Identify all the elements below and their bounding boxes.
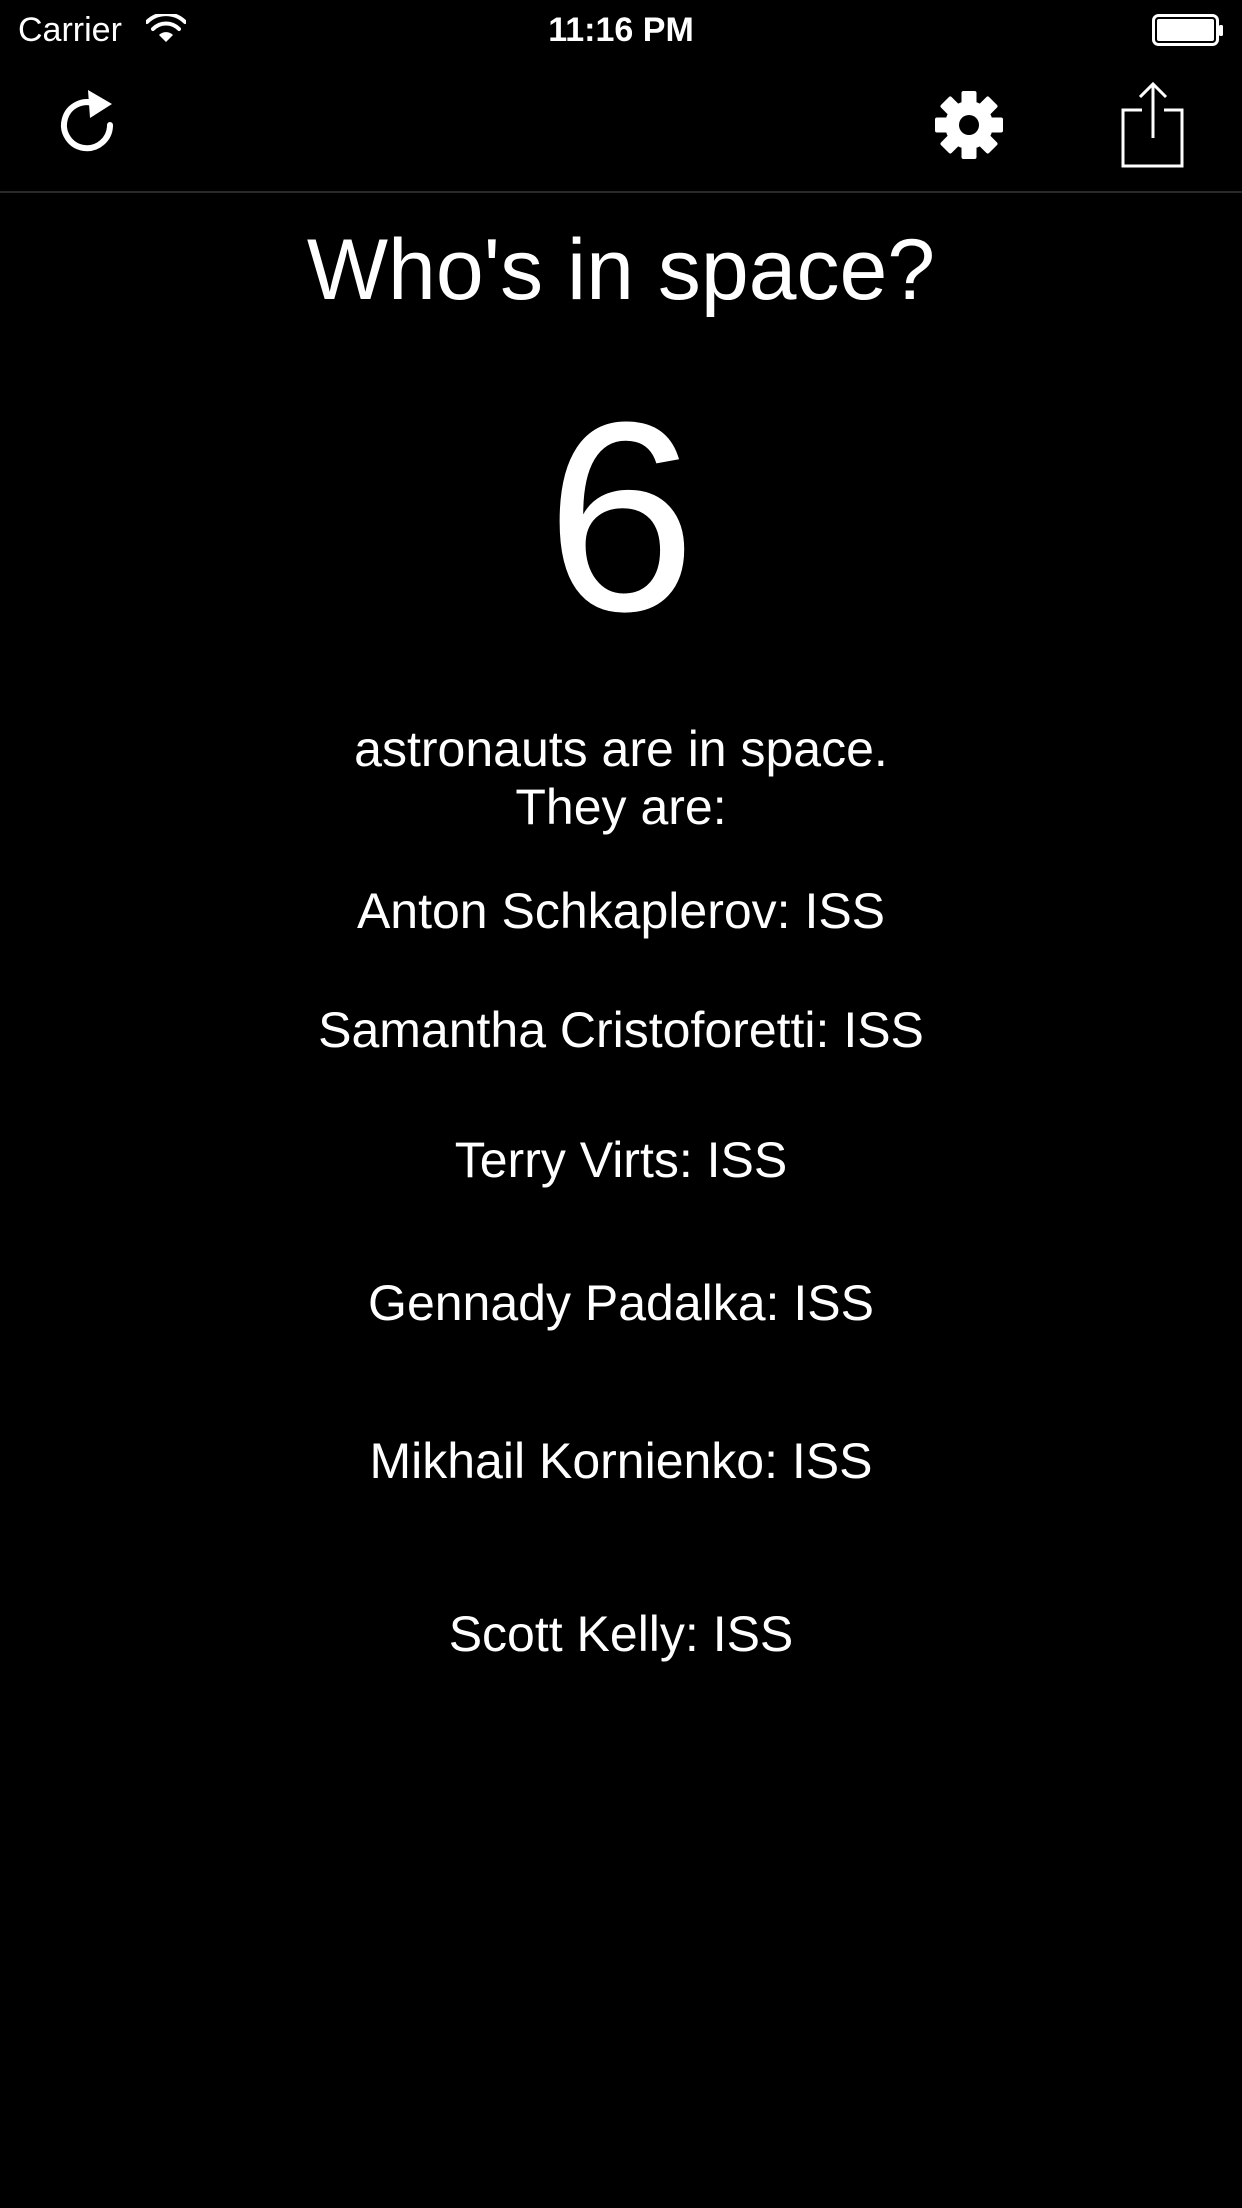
battery-icon	[1152, 14, 1223, 46]
page-title: Who's in space?	[306, 222, 936, 318]
share-icon[interactable]	[1118, 80, 1188, 170]
astronaut-list-item: Scott Kelly: ISS	[448, 1606, 794, 1662]
astronaut-list-item: Terry Virts: ISS	[454, 1132, 788, 1188]
subtitle: astronauts are in space. They are:	[0, 720, 1242, 836]
subtitle-line-1: astronauts are in space.	[354, 721, 888, 777]
astronaut-list-item: Gennady Padalka: ISS	[368, 1275, 874, 1331]
astronaut-count: 6	[545, 367, 697, 668]
gear-icon[interactable]	[930, 86, 1008, 164]
status-time: 11:16 PM	[548, 11, 694, 49]
refresh-icon[interactable]	[50, 88, 124, 162]
astronaut-list-item: Anton Schkaplerov: ISS	[356, 883, 886, 939]
status-bar: Carrier 11:16 PM	[0, 0, 1242, 60]
astronaut-list-item: Samantha Cristoforetti: ISS	[318, 1002, 924, 1058]
astronaut-list-item: Mikhail Kornienko: ISS	[369, 1433, 873, 1489]
toolbar	[0, 60, 1242, 193]
subtitle-line-2: They are:	[515, 779, 727, 835]
